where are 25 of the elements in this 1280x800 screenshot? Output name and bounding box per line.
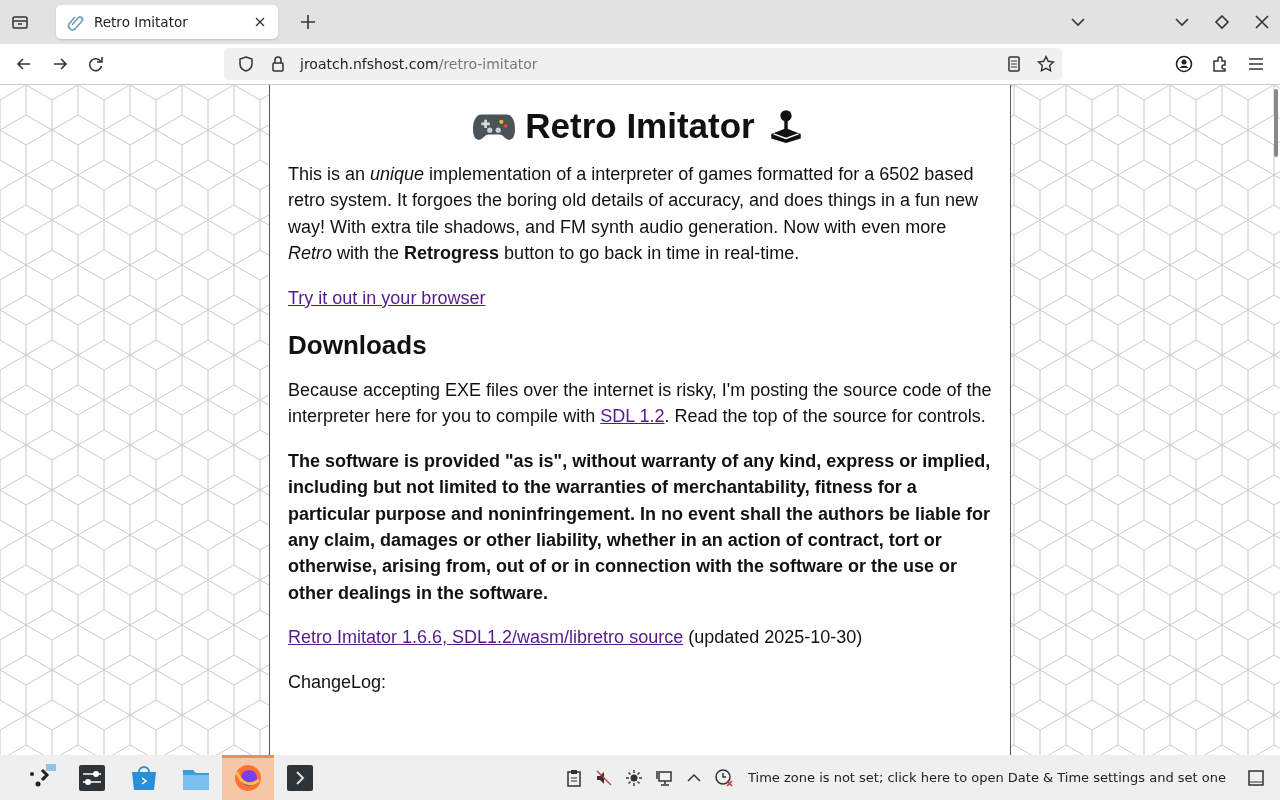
reload-icon[interactable] bbox=[86, 54, 106, 74]
time-zone-notice[interactable]: Time zone is not set; click here to open Date & Time settings and set one bbox=[748, 770, 1226, 785]
url-text: jroatch.nfshost.com/retro-imitator bbox=[300, 56, 538, 72]
paragraph: Retro Imitator 1.6.6, SDL1.2/wasm/libretro source (updated 2025-10-30) bbox=[288, 626, 864, 650]
show-desktop-icon[interactable] bbox=[1246, 767, 1266, 788]
paragraph: ChangeLog: bbox=[288, 670, 388, 694]
page-title: Retro Imitator bbox=[525, 112, 755, 140]
paragraph: This is an unique implementation of a interpreter of games formatted for a 6502 based retro system. It forgoes the boring old details of accuracy, and does things in a fun new way! With extra tile shadows, and FM synth audio generation. Now with even more Retro with the Retrogress button to go back in time in real-time. bbox=[288, 163, 980, 266]
shield-icon[interactable] bbox=[236, 54, 256, 74]
scrollbar-thumb[interactable] bbox=[1274, 89, 1278, 157]
maximize-icon[interactable] bbox=[1212, 12, 1232, 32]
new-tab-icon[interactable] bbox=[298, 12, 318, 32]
brightness-icon[interactable] bbox=[624, 767, 645, 788]
star-icon[interactable] bbox=[1036, 54, 1056, 74]
address-bar[interactable]: jroatch.nfshost.com/retro-imitator bbox=[224, 48, 1062, 80]
paragraph: Because accepting EXE files over the internet is risky, I'm posting the source code of the interpreter here for you to compile with SDL 1.2. Read the top of the source for controls. bbox=[288, 379, 992, 429]
license-notice: The software is provided "as is", without warranty of any kind, express or implied, including but not limited to the warranties of merchantability, fitness for a particular purpose and noninfringement. In no event shall the authors be liable for any claim, damages or other liability, whether in an action of contract, tort or otherwise, arising from, out of or in connection with the software or the use or other dealings in the software. bbox=[288, 449, 992, 605]
tab-title: Retro Imitator bbox=[94, 14, 189, 30]
section-heading: Downloads bbox=[288, 329, 428, 362]
link[interactable]: Try it out in your browser bbox=[288, 287, 486, 308]
account-icon[interactable] bbox=[1174, 54, 1194, 74]
link[interactable]: Retro Imitator 1.6.6, SDL1.2/wasm/libretro source bbox=[288, 627, 684, 648]
clock-icon[interactable] bbox=[714, 767, 735, 788]
browser-tab[interactable]: Retro Imitator bbox=[56, 5, 278, 39]
link[interactable]: SDL 1.2 bbox=[600, 406, 665, 427]
